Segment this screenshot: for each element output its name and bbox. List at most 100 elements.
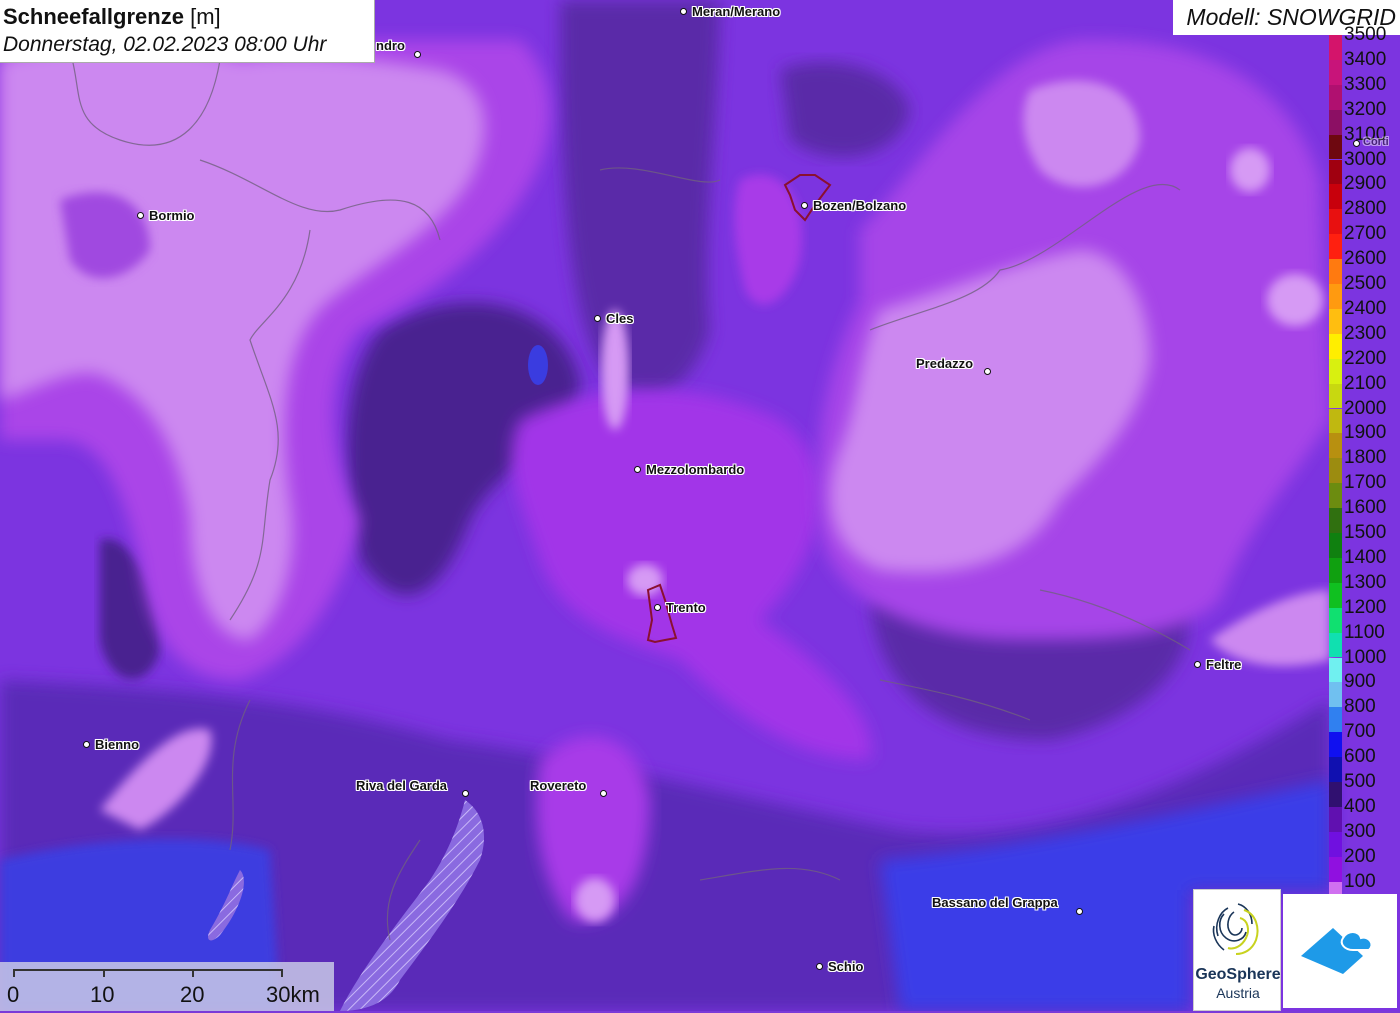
- city-dot-meran: [680, 8, 687, 15]
- legend-label: 600: [1344, 746, 1376, 768]
- legend-label: 1200: [1344, 596, 1387, 618]
- legend-label: 400: [1344, 795, 1376, 817]
- legend-label: 3400: [1344, 48, 1387, 70]
- legend-row: 1000: [1326, 646, 1400, 683]
- legend-row: 300: [1326, 820, 1400, 857]
- scale-label-20: 20: [180, 982, 205, 1007]
- legend-row: 3000: [1326, 148, 1400, 185]
- zone-light-e2: [1267, 274, 1323, 326]
- legend-label: 1400: [1344, 546, 1387, 568]
- legend-row: 600: [1326, 745, 1400, 782]
- city-label-cortina[interactable]: Corti: [1363, 136, 1389, 148]
- legend-label: 2300: [1344, 322, 1387, 344]
- legend-label: 2200: [1344, 347, 1387, 369]
- city-dot-bormio: [137, 212, 144, 219]
- legend-row: 800: [1326, 695, 1400, 733]
- title-unit: [m]: [190, 4, 221, 29]
- legend-row: 1300: [1326, 571, 1400, 608]
- legend-label: 2800: [1344, 198, 1387, 220]
- legend-label: 200: [1344, 845, 1376, 867]
- city-dot-feltre: [1194, 661, 1201, 668]
- legend-label: 3300: [1344, 73, 1387, 95]
- geosphere-name: GeoSphere: [1195, 966, 1281, 983]
- legend-label: 3000: [1344, 148, 1387, 170]
- legend-row: 3400: [1326, 48, 1400, 85]
- map-title: Schneefallgrenze [m]: [3, 4, 221, 30]
- mountain-cloud-icon: [1301, 928, 1373, 974]
- legend-label: 3200: [1344, 98, 1387, 120]
- legend-label: 100: [1344, 870, 1376, 892]
- city-dot-predazzo: [984, 368, 991, 375]
- legend-label: 3500: [1344, 24, 1387, 45]
- city-label-bienno[interactable]: Bienno: [95, 737, 139, 752]
- zone-light-south: [575, 878, 615, 922]
- scale-tick-10: [103, 969, 105, 977]
- scale-tick-0: [13, 969, 15, 977]
- legend-row: 3500: [1326, 23, 1400, 60]
- legend-row: 2000: [1326, 397, 1400, 434]
- title-panel: Schneefallgrenze [m] Donnerstag, 02.02.2…: [0, 0, 375, 63]
- legend-label: 2600: [1344, 248, 1387, 270]
- legend-label: 1300: [1344, 571, 1387, 593]
- city-dot-riva: [462, 790, 469, 797]
- legend-label: 1900: [1344, 422, 1387, 444]
- legend-row: 2400: [1326, 297, 1400, 334]
- scale-tick-20: [192, 969, 194, 977]
- legend-row: 200: [1326, 845, 1400, 882]
- city-label-bassano[interactable]: Bassano del Grappa: [932, 895, 1058, 910]
- legend-row: 1800: [1326, 446, 1400, 484]
- map-canvas[interactable]: [0, 0, 1400, 1011]
- geosphere-logo[interactable]: GeoSphere Austria: [1193, 889, 1281, 1011]
- legend-row: 2800: [1326, 197, 1400, 235]
- legend-row: 100: [1326, 870, 1400, 907]
- city-label-trento[interactable]: Trento: [666, 600, 706, 615]
- legend-label: 2400: [1344, 297, 1387, 319]
- city-dot-bienno: [83, 741, 90, 748]
- snow-app-logo[interactable]: [1283, 894, 1397, 1008]
- city-dot-sondrio: [414, 51, 421, 58]
- legend-row: 500: [1326, 770, 1400, 807]
- city-label-riva[interactable]: Riva del Garda: [356, 778, 447, 793]
- legend-row: 1600: [1326, 496, 1400, 533]
- legend-label: 700: [1344, 721, 1376, 743]
- city-dot-bassano: [1076, 908, 1083, 915]
- lake-blue-spot: [528, 345, 548, 385]
- city-label-mezzolombardo[interactable]: Mezzolombardo: [646, 462, 744, 477]
- legend-row: 1700: [1326, 471, 1400, 509]
- legend-row: 2900: [1326, 172, 1400, 210]
- legend-label: 1600: [1344, 497, 1387, 519]
- city-label-rovereto[interactable]: Rovereto: [530, 778, 586, 793]
- city-dot-mezzolombardo: [634, 466, 641, 473]
- city-label-predazzo[interactable]: Predazzo: [916, 356, 973, 371]
- legend-row: 1200: [1326, 596, 1400, 633]
- legend-row: 2300: [1326, 322, 1400, 359]
- city-label-sondrio[interactable]: ndro: [376, 38, 405, 53]
- legend-label: 300: [1344, 820, 1376, 842]
- scale-bar: 0 10 20 30km: [0, 962, 334, 1011]
- title-text: Schneefallgrenze: [3, 4, 184, 29]
- legend-label: 2500: [1344, 273, 1387, 294]
- geosphere-fingerprint-icon: [1212, 903, 1259, 955]
- scale-label-30km: 30km: [266, 982, 320, 1007]
- scale-label-10: 10: [90, 982, 115, 1007]
- city-label-schio[interactable]: Schio: [828, 959, 863, 974]
- legend-row: 2100: [1326, 372, 1400, 409]
- legend-label: 2100: [1344, 372, 1387, 394]
- city-label-meran[interactable]: Meran/Merano: [692, 4, 780, 19]
- map-datetime: Donnerstag, 02.02.2023 08:00 Uhr: [3, 33, 327, 56]
- city-label-bolzano[interactable]: Bozen/Bolzano: [813, 198, 906, 213]
- legend-label: 900: [1344, 671, 1376, 693]
- legend-label: 1500: [1344, 522, 1387, 543]
- legend-label: 1000: [1344, 646, 1387, 668]
- legend-row: 2500: [1326, 272, 1400, 309]
- legend-row: 900: [1326, 670, 1400, 708]
- legend-label: 2000: [1344, 397, 1387, 419]
- city-label-bormio[interactable]: Bormio: [149, 208, 195, 223]
- city-dot-cles: [594, 315, 601, 322]
- legend-label: 1800: [1344, 447, 1387, 469]
- legend-row: 1400: [1326, 546, 1400, 583]
- scale-label-0: 0: [7, 982, 20, 1007]
- city-label-feltre[interactable]: Feltre: [1206, 657, 1241, 672]
- city-label-cles[interactable]: Cles: [606, 311, 633, 326]
- zone-light-cles: [601, 310, 629, 430]
